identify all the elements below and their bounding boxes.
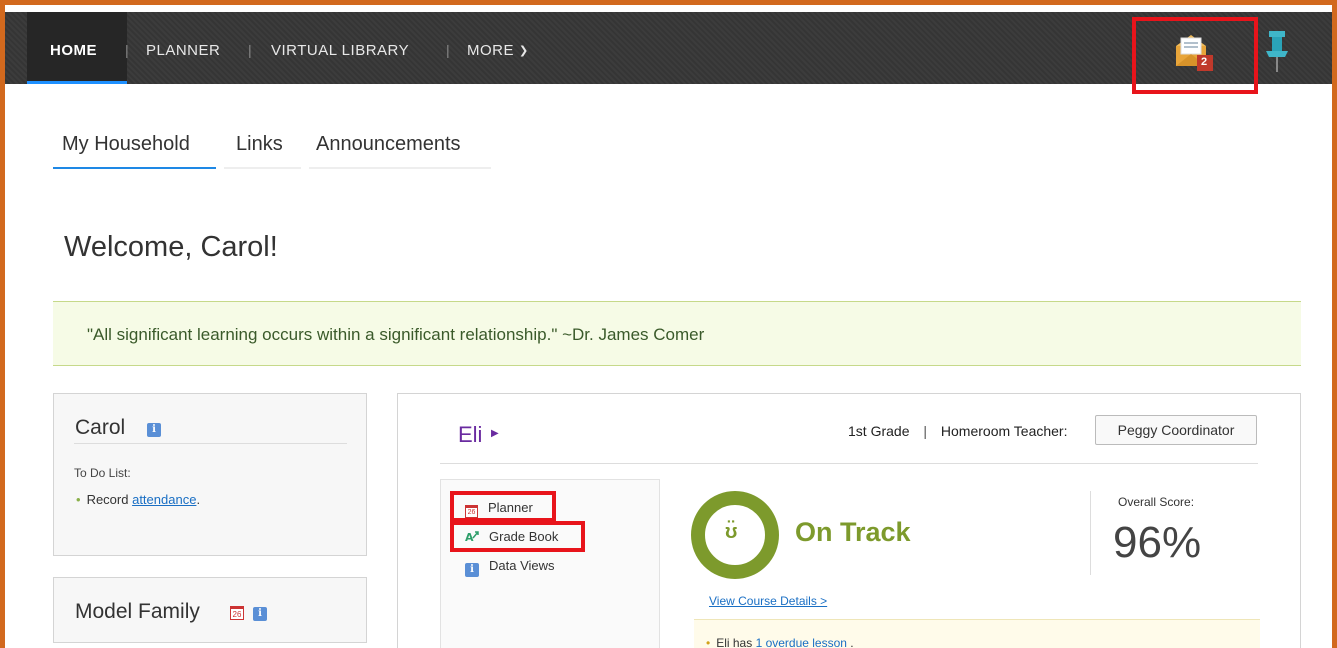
welcome-heading: Welcome, Carol! <box>64 231 278 263</box>
card-title: Model Family <box>75 600 200 623</box>
calendar-icon[interactable]: 26 <box>230 606 244 620</box>
card-divider <box>74 443 347 444</box>
nav-more[interactable]: MORE ❯ <box>467 42 529 59</box>
attendance-link[interactable]: attendance <box>132 492 196 507</box>
quote-banner: "All significant learning occurs within … <box>53 301 1301 366</box>
notice-suffix: . <box>850 636 854 648</box>
mail-highlight-box <box>1132 17 1258 94</box>
progress-ring: ʊ̈ <box>691 491 779 579</box>
smiley-icon: ʊ̈ <box>725 521 738 543</box>
tab-my-household[interactable]: My Household <box>62 133 190 156</box>
status-label: On Track <box>795 517 911 547</box>
card-title: Carol <box>75 416 126 439</box>
info-icon[interactable]: i <box>253 607 267 621</box>
menu-item-data-views[interactable]: i Data Views <box>465 558 555 577</box>
view-course-details-link[interactable]: View Course Details > <box>709 594 827 608</box>
grade-info: 1st Grade | Homeroom Teacher: <box>848 423 1067 439</box>
score-value: 96% <box>1113 518 1202 567</box>
overdue-lesson-link[interactable]: 1 overdue lesson <box>756 636 851 648</box>
chevron-down-icon: ❯ <box>519 45 529 57</box>
todo-label: To Do List: <box>74 466 131 480</box>
user-card-carol: Carol i To Do List: • Record attendance. <box>53 393 367 556</box>
menu-label: Data Views <box>489 558 555 573</box>
pushpin-icon[interactable] <box>1263 30 1291 74</box>
score-divider <box>1090 491 1091 575</box>
planner-highlight-box <box>450 491 556 522</box>
todo-text: Record <box>86 492 133 507</box>
bullet: • <box>706 636 711 648</box>
nav-separator: | <box>446 42 450 58</box>
grade-level: 1st Grade <box>848 423 910 439</box>
tab-active-indicator <box>53 167 216 169</box>
todo-suffix: . <box>196 492 201 507</box>
gradebook-highlight-box <box>450 521 585 552</box>
nav-virtual-library[interactable]: VIRTUAL LIBRARY <box>271 42 409 59</box>
tab-underline <box>224 167 301 169</box>
todo-item: • Record attendance. <box>76 492 200 507</box>
expand-arrow-icon[interactable]: ▶ <box>491 428 499 439</box>
family-card: Model Family 26 i <box>53 577 367 643</box>
tab-links[interactable]: Links <box>236 133 283 156</box>
bullet: • <box>76 492 81 507</box>
score-label: Overall Score: <box>1118 495 1195 509</box>
info-icon: i <box>465 563 479 577</box>
nav-planner[interactable]: PLANNER <box>146 42 220 59</box>
notice-prefix: Eli has <box>716 636 756 648</box>
teacher-button[interactable]: Peggy Coordinator <box>1095 415 1257 445</box>
nav-home[interactable]: HOME <box>50 42 97 59</box>
homeroom-label: Homeroom Teacher: <box>940 423 1068 439</box>
panel-divider <box>440 463 1258 464</box>
tab-announcements[interactable]: Announcements <box>316 133 461 156</box>
notice-text: • Eli has 1 overdue lesson . <box>706 636 854 648</box>
tab-underline <box>309 167 491 169</box>
nav-separator: | <box>125 42 129 58</box>
nav-separator: | <box>248 42 252 58</box>
nav-more-label: MORE <box>467 42 514 59</box>
app-frame: HOME | PLANNER | VIRTUAL LIBRARY | MORE ❯… <box>0 0 1337 648</box>
separator: | <box>923 423 928 439</box>
quote-text: "All significant learning occurs within … <box>87 325 705 344</box>
student-name[interactable]: Eli <box>458 422 482 448</box>
info-icon[interactable]: i <box>147 423 161 437</box>
notice-bar: • Eli has 1 overdue lesson . <box>694 619 1260 648</box>
